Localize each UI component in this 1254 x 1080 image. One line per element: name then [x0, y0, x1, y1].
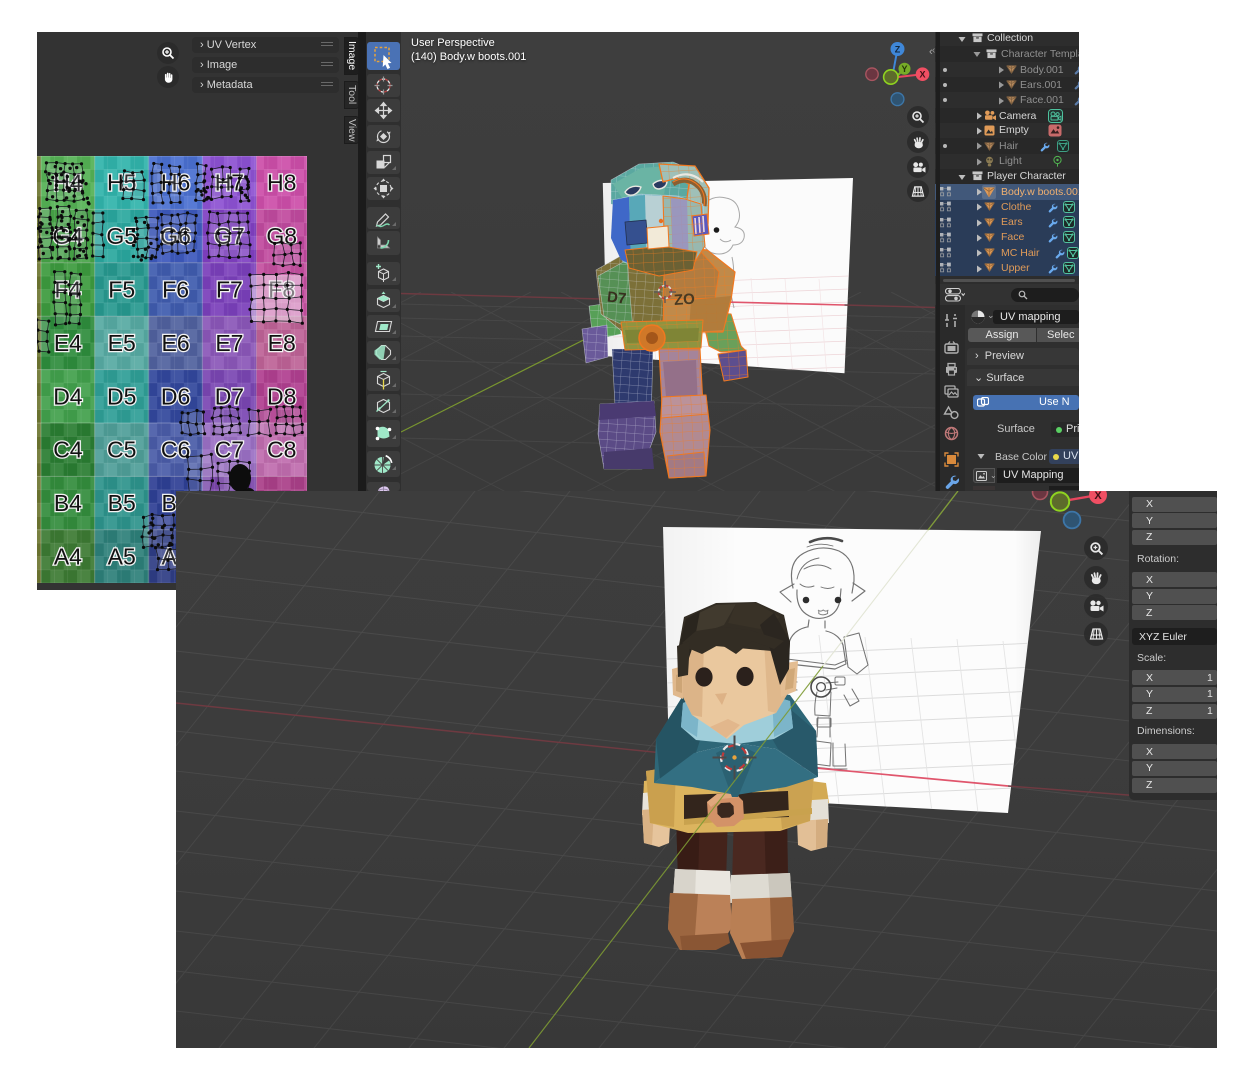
svg-text:H8: H8 — [267, 170, 296, 196]
svg-text:E5: E5 — [108, 330, 136, 356]
svg-text:D6: D6 — [161, 383, 190, 409]
svg-text:X: X — [919, 70, 925, 80]
svg-text:A5: A5 — [108, 544, 136, 570]
svg-text:E4: E4 — [54, 330, 82, 356]
svg-text:Y: Y — [901, 64, 907, 74]
svg-text:C8: C8 — [267, 437, 296, 463]
svg-text:D4: D4 — [53, 383, 83, 409]
svg-text:D5: D5 — [107, 383, 136, 409]
svg-text:C6: C6 — [161, 437, 190, 463]
svg-text:C7: C7 — [215, 437, 244, 463]
svg-text:X: X — [1094, 491, 1102, 502]
svg-text:Z: Z — [895, 44, 901, 54]
svg-text:F7: F7 — [216, 277, 243, 303]
svg-text:C4: C4 — [53, 437, 83, 463]
svg-text:B5: B5 — [108, 490, 136, 516]
svg-text:A4: A4 — [54, 544, 82, 570]
svg-text:D7: D7 — [606, 289, 627, 308]
svg-text:F5: F5 — [108, 277, 135, 303]
svg-text:C5: C5 — [107, 437, 136, 463]
svg-text:E7: E7 — [215, 330, 243, 356]
svg-text:E8: E8 — [268, 330, 296, 356]
svg-text:F6: F6 — [162, 277, 189, 303]
svg-text:E6: E6 — [162, 330, 190, 356]
svg-text:ZO: ZO — [673, 291, 695, 309]
svg-text:B4: B4 — [54, 490, 82, 516]
